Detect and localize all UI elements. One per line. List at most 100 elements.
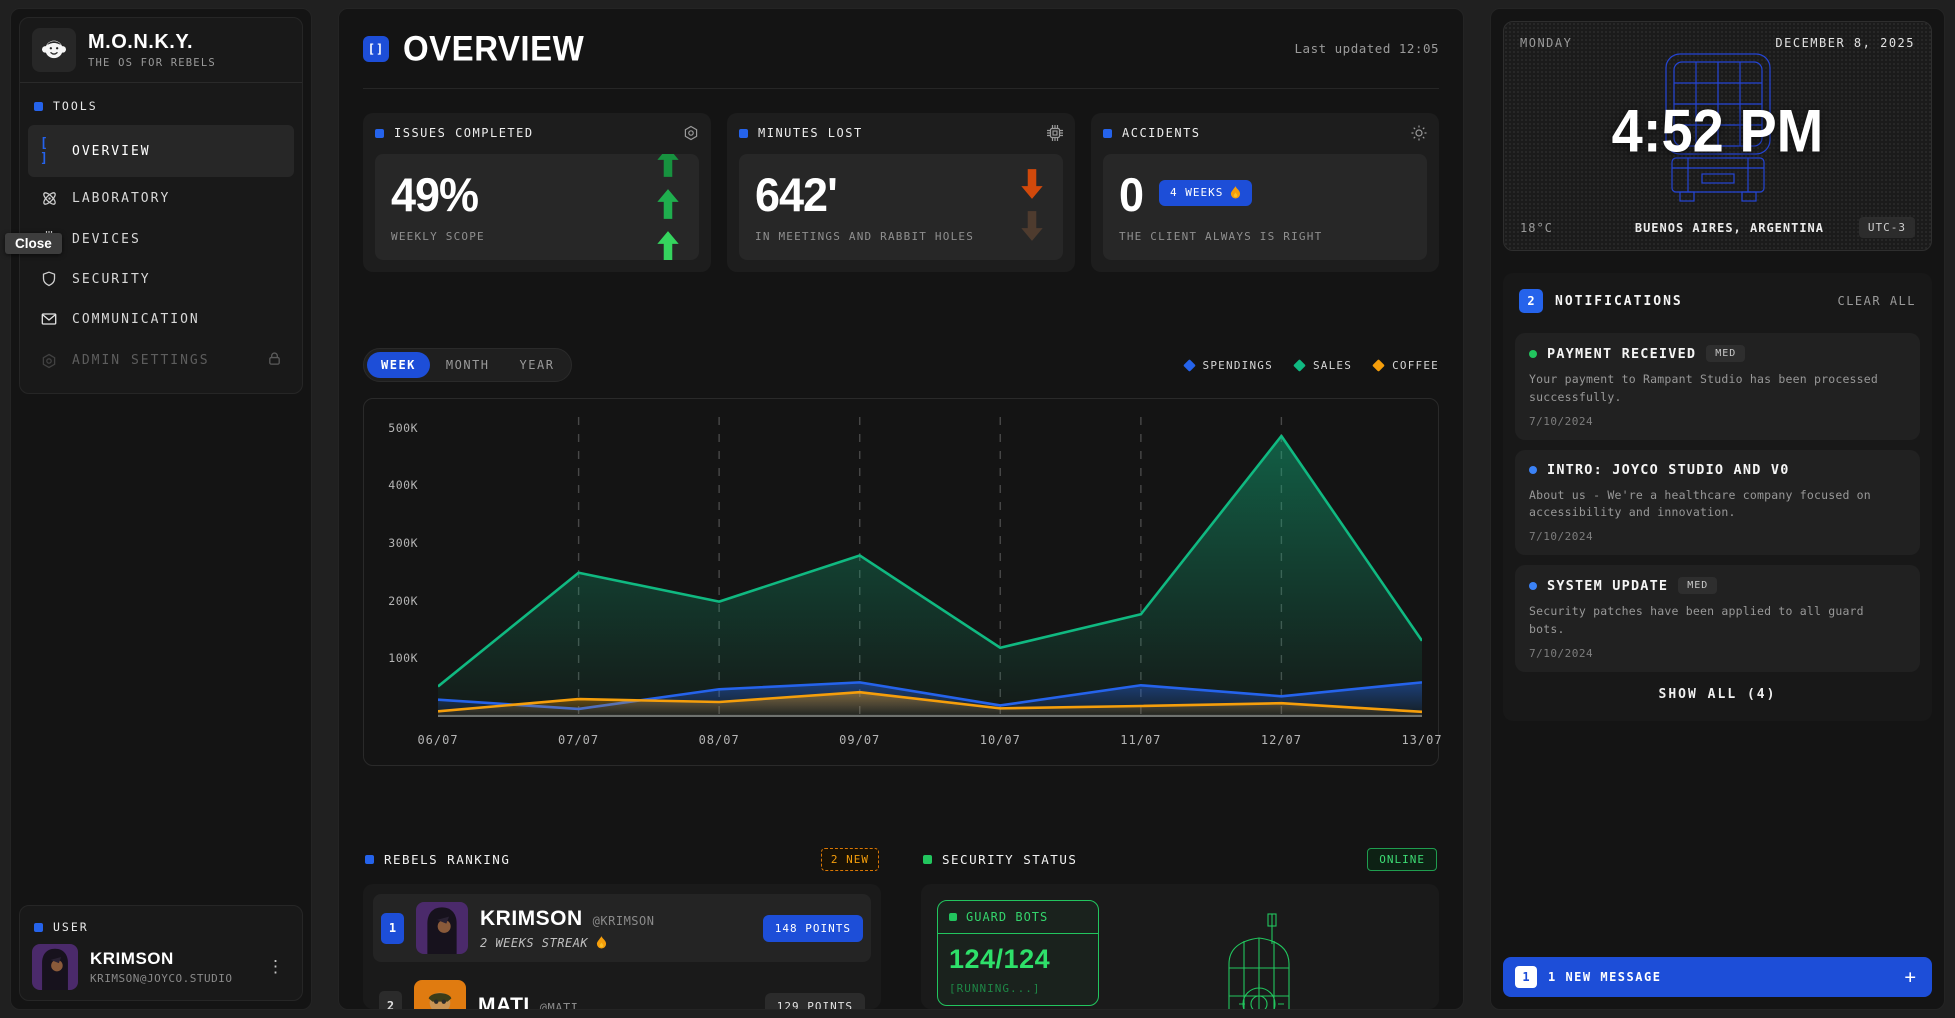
ranking-row-2[interactable]: 2 MATI @MATI bbox=[373, 974, 871, 1009]
tab-month[interactable]: MONTH bbox=[432, 352, 504, 378]
y-tick-label: 200K bbox=[388, 594, 418, 608]
player-handle: @KRIMSON bbox=[593, 914, 655, 928]
user-row: KRIMSON KRIMSON@JOYCO.STUDIO ⋮ bbox=[32, 944, 290, 990]
stat-caption: THE CLIENT ALWAYS IS RIGHT bbox=[1119, 230, 1411, 243]
sidebar-item-devices[interactable]: DEVICES bbox=[28, 220, 294, 258]
chart-legend: SPENDINGS SALES COFFEE bbox=[1185, 359, 1439, 372]
stat-body: 49% WEEKLY SCOPE bbox=[375, 154, 699, 260]
guard-bots-label: GUARD BOTS bbox=[966, 910, 1048, 924]
priority-badge: MED bbox=[1678, 577, 1717, 594]
tools-section-label: TOOLS bbox=[20, 83, 302, 123]
priority-badge: MED bbox=[1706, 345, 1745, 362]
notification-payment[interactable]: PAYMENT RECEIVED MED Your payment to Ram… bbox=[1515, 333, 1920, 440]
user-section-label: USER bbox=[32, 916, 290, 934]
stat-value: 49% bbox=[391, 171, 683, 218]
plus-icon[interactable]: + bbox=[1901, 966, 1920, 988]
kebab-menu-icon[interactable]: ⋮ bbox=[261, 953, 290, 981]
sidebar-item-admin-settings[interactable]: ADMIN SETTINGS bbox=[28, 340, 294, 381]
avatar bbox=[416, 902, 468, 954]
app-root: M.O.N.K.Y. THE OS FOR REBELS TOOLS [ ] O… bbox=[0, 0, 1955, 1018]
sidebar-item-label: OVERVIEW bbox=[72, 144, 151, 159]
notification-date: 7/10/2024 bbox=[1529, 415, 1906, 428]
right-panel: MONDAY DECEMBER 8, 2025 4:52 PM 18°C BUE… bbox=[1490, 8, 1945, 1010]
ranking-title: REBELS RANKING bbox=[384, 852, 510, 867]
hex-gear-icon[interactable] bbox=[683, 125, 699, 141]
player-info: MATI @MATI bbox=[478, 994, 753, 1009]
blue-square-icon bbox=[365, 855, 374, 864]
legend-coffee[interactable]: COFFEE bbox=[1374, 359, 1439, 372]
player-name: MATI bbox=[478, 994, 530, 1009]
ranking-list: 1 KRIMSON @KRIMSON bbox=[363, 884, 881, 1009]
y-tick-label: 400K bbox=[388, 478, 418, 492]
new-message-bar[interactable]: 1 1 NEW MESSAGE + bbox=[1503, 957, 1932, 997]
blue-square-icon bbox=[739, 129, 748, 138]
notification-system-update[interactable]: SYSTEM UPDATE MED Security patches have … bbox=[1515, 565, 1920, 672]
show-all-button[interactable]: SHOW ALL (4) bbox=[1515, 672, 1920, 709]
x-tick-label: 06/07 bbox=[417, 733, 458, 747]
diamond-icon bbox=[1372, 359, 1385, 372]
notification-title: SYSTEM UPDATE bbox=[1547, 578, 1668, 594]
stats-row: ISSUES COMPLETED 49% WEEKLY SCOPE bbox=[363, 113, 1439, 272]
user-card: USER KRIMSON KRIMSON@JOYCO.STUDIO ⋮ bbox=[19, 905, 303, 1001]
sun-settings-icon[interactable] bbox=[1411, 125, 1427, 141]
x-tick-label: 11/07 bbox=[1120, 733, 1161, 747]
app-subtitle: THE OS FOR REBELS bbox=[88, 57, 216, 69]
avatar bbox=[414, 980, 466, 1009]
legend-sales[interactable]: SALES bbox=[1295, 359, 1352, 372]
stat-title: MINUTES LOST bbox=[758, 126, 863, 140]
player-info: KRIMSON @KRIMSON 2 WEEKS STREAK bbox=[480, 907, 751, 950]
security-header: SECURITY STATUS ONLINE bbox=[921, 844, 1439, 875]
sidebar-item-security[interactable]: SECURITY bbox=[28, 260, 294, 298]
stat-card-header: ACCIDENTS bbox=[1103, 125, 1427, 141]
ranking-row-1[interactable]: 1 KRIMSON @KRIMSON bbox=[373, 894, 871, 962]
monkey-icon bbox=[40, 36, 68, 64]
x-tick-label: 13/07 bbox=[1401, 733, 1442, 747]
stat-body: 642' IN MEETINGS AND RABBIT HOLES bbox=[739, 154, 1063, 260]
sidebar-item-laboratory[interactable]: LABORATORY bbox=[28, 179, 294, 218]
notification-body: About us - We're a healthcare company fo… bbox=[1529, 487, 1906, 523]
notifications-header: 2 NOTIFICATIONS CLEAR ALL bbox=[1515, 285, 1920, 323]
notification-body: Your payment to Rampant Studio has been … bbox=[1529, 371, 1906, 407]
location: BUENOS AIRES, ARGENTINA bbox=[1600, 221, 1859, 235]
sidebar-item-label: DEVICES bbox=[72, 232, 141, 247]
logo-text: M.O.N.K.Y. THE OS FOR REBELS bbox=[88, 31, 216, 69]
chart-controls: WEEK MONTH YEAR SPENDINGS SALES COFFEE bbox=[363, 348, 1439, 382]
legend-spendings[interactable]: SPENDINGS bbox=[1185, 359, 1273, 372]
stat-card-accidents: ACCIDENTS 0 4 WEEKS bbox=[1091, 113, 1439, 272]
flame-icon bbox=[596, 936, 607, 950]
player-name: KRIMSON bbox=[480, 907, 583, 931]
stat-body: 0 4 WEEKS THE CLIENT ALWAYS IS RIGHT bbox=[1103, 154, 1427, 260]
sidebar-item-overview[interactable]: [ ] OVERVIEW bbox=[28, 125, 294, 177]
tools-label: TOOLS bbox=[53, 99, 98, 113]
ranking-header: REBELS RANKING 2 NEW bbox=[363, 844, 881, 875]
clock-center: 4:52 PM bbox=[1504, 48, 1931, 212]
atom-icon bbox=[40, 190, 58, 207]
page-header: [] OVERVIEW Last updated 12:05 bbox=[363, 9, 1439, 89]
tab-week[interactable]: WEEK bbox=[367, 352, 430, 378]
tab-year[interactable]: YEAR bbox=[506, 352, 569, 378]
status-dot bbox=[1529, 582, 1537, 590]
chip-settings-icon[interactable] bbox=[1047, 125, 1063, 141]
close-tooltip: Close bbox=[5, 233, 62, 254]
security-title: SECURITY STATUS bbox=[942, 852, 1077, 867]
stat-value: 0 bbox=[1119, 171, 1143, 218]
rank-badge: 1 bbox=[381, 913, 404, 944]
online-status-badge: ONLINE bbox=[1367, 848, 1437, 871]
sidebar-item-communication[interactable]: COMMUNICATION bbox=[28, 300, 294, 338]
plot-area: 100K200K300K400K500K 06/0707/0708/0709/0… bbox=[438, 417, 1422, 757]
badge-label: 4 WEEKS bbox=[1170, 186, 1223, 199]
notification-intro[interactable]: INTRO: JOYCO STUDIO AND V0 About us - We… bbox=[1515, 450, 1920, 556]
user-email: KRIMSON@JOYCO.STUDIO bbox=[90, 972, 232, 985]
streak-line: 2 WEEKS STREAK bbox=[480, 936, 751, 950]
clear-all-button[interactable]: CLEAR ALL bbox=[1837, 294, 1916, 308]
notification-body: Security patches have been applied to al… bbox=[1529, 603, 1906, 639]
legend-label: SALES bbox=[1313, 359, 1352, 372]
message-text: 1 NEW MESSAGE bbox=[1548, 970, 1661, 984]
envelope-icon bbox=[40, 311, 58, 327]
x-tick-label: 09/07 bbox=[839, 733, 880, 747]
main-content: [] OVERVIEW Last updated 12:05 ISSUES CO… bbox=[338, 8, 1464, 1010]
chart-canvas[interactable] bbox=[438, 417, 1422, 717]
user-label: USER bbox=[53, 920, 89, 934]
y-tick-label: 300K bbox=[388, 536, 418, 550]
stat-card-header: MINUTES LOST bbox=[739, 125, 1063, 141]
